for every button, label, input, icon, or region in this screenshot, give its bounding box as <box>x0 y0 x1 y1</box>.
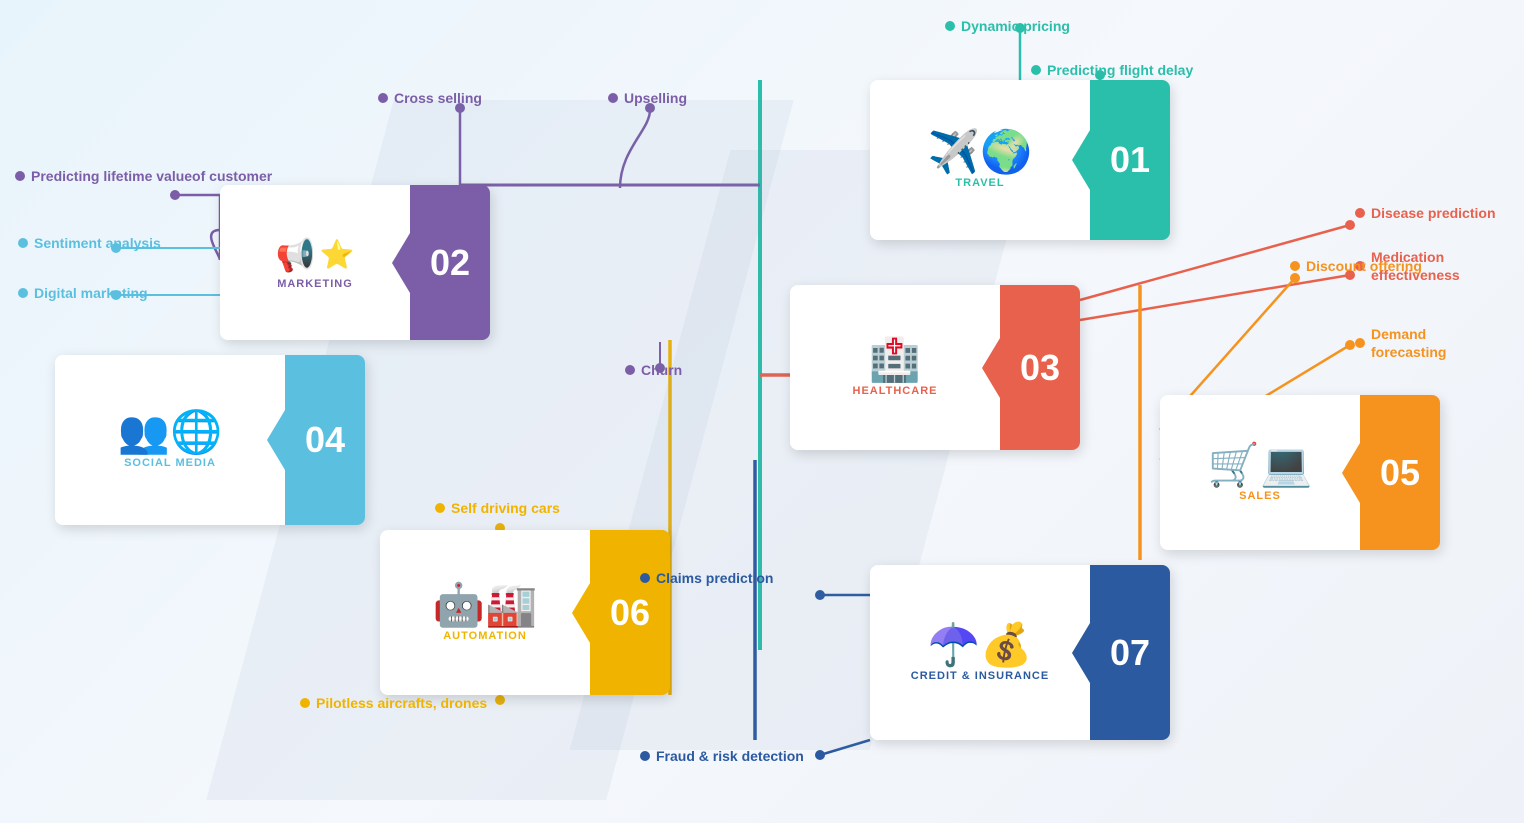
healthcare-number: 03 <box>1020 350 1060 386</box>
label-churn: Churn <box>625 362 682 378</box>
label-predicting-lifetime: Predicting lifetime valueof customer <box>15 168 272 184</box>
travel-icon: ✈️🌍 <box>928 131 1033 173</box>
sales-icon: 🛒💻 <box>1208 444 1313 486</box>
travel-title: TRAVEL <box>955 177 1004 189</box>
sales-title: SALES <box>1239 490 1281 502</box>
automation-number-area: 06 <box>590 530 670 695</box>
social-number-area: 04 <box>285 355 365 525</box>
credit-icon-area: ☂️💰 CREDIT & INSURANCE <box>870 565 1090 740</box>
marketing-title: MARKETING <box>277 278 353 290</box>
travel-icon-area: ✈️🌍 TRAVEL <box>870 80 1090 240</box>
dot-predicting-lifetime <box>15 171 25 181</box>
dot-claims <box>640 573 650 583</box>
label-pilotless: Pilotless aircrafts, drones <box>300 695 487 711</box>
automation-title: AUTOMATION <box>443 630 527 642</box>
dot-discount <box>1290 261 1300 271</box>
dot-fraud <box>640 751 650 761</box>
automation-icon-area: 🤖🏭 AUTOMATION <box>380 530 590 695</box>
label-sentiment-analysis: Sentiment analysis <box>18 235 161 251</box>
dot-self-driving <box>435 503 445 513</box>
automation-icon: 🤖🏭 <box>433 584 538 626</box>
sales-icon-area: 🛒💻 SALES <box>1160 395 1360 550</box>
dot-cross-selling <box>378 93 388 103</box>
label-demand-forecasting: Demandforecasting <box>1355 325 1446 361</box>
label-fraud-risk: Fraud & risk detection <box>640 748 804 764</box>
card-sales: 🛒💻 SALES 05 <box>1160 395 1440 550</box>
dot-digital-marketing <box>18 288 28 298</box>
label-predicting-flight: Predicting flight delay <box>1031 62 1193 78</box>
travel-number-area: 01 <box>1090 80 1170 240</box>
credit-number-area: 07 <box>1090 565 1170 740</box>
social-title: SOCIAL MEDIA <box>124 457 216 469</box>
dot-predicting-flight <box>1031 65 1041 75</box>
healthcare-icon-area: 🏥 HEALTHCARE <box>790 285 1000 450</box>
card-automation: 🤖🏭 AUTOMATION 06 <box>380 530 670 695</box>
dot-pilotless <box>300 698 310 708</box>
healthcare-icon: 🏥 <box>869 339 921 381</box>
marketing-icon-area: 📢 ⭐ MARKETING <box>220 185 410 340</box>
label-self-driving: Self driving cars <box>435 500 560 516</box>
card-credit-insurance: ☂️💰 CREDIT & INSURANCE 07 <box>870 565 1170 740</box>
label-cross-selling: Cross selling <box>378 90 482 106</box>
marketing-number: 02 <box>430 245 470 281</box>
healthcare-title: HEALTHCARE <box>853 385 938 397</box>
dot-churn <box>625 365 635 375</box>
credit-icon: ☂️💰 <box>928 624 1033 666</box>
dot-sentiment <box>18 238 28 248</box>
card-social-media: 👥🌐 SOCIAL MEDIA 04 <box>55 355 365 525</box>
social-number: 04 <box>305 422 345 458</box>
label-dynamic-pricing: Dynamic pricing <box>945 18 1070 34</box>
card-healthcare: 🏥 HEALTHCARE 03 <box>790 285 1080 450</box>
label-disease-prediction: Disease prediction <box>1355 205 1496 221</box>
dot-upselling <box>608 93 618 103</box>
credit-number: 07 <box>1110 635 1150 671</box>
card-travel: ✈️🌍 TRAVEL 01 <box>870 80 1170 240</box>
label-digital-marketing: Digital marketing <box>18 285 148 301</box>
label-discount-offering: Discount offering <box>1290 258 1422 274</box>
sales-number: 05 <box>1380 455 1420 491</box>
dot-demand <box>1355 338 1365 348</box>
label-upselling: Upselling <box>608 90 687 106</box>
sales-number-area: 05 <box>1360 395 1440 550</box>
dot-dynamic-pricing <box>945 21 955 31</box>
main-container: ✈️🌍 TRAVEL 01 📢 ⭐ MARKETING 02 🏥 HEALTHC… <box>0 0 1524 823</box>
dot-disease <box>1355 208 1365 218</box>
healthcare-number-area: 03 <box>1000 285 1080 450</box>
label-claims-prediction: Claims prediction <box>640 570 773 586</box>
social-icon-area: 👥🌐 SOCIAL MEDIA <box>55 355 285 525</box>
travel-number: 01 <box>1110 142 1150 178</box>
automation-number: 06 <box>610 595 650 631</box>
social-icon: 👥🌐 <box>118 411 223 453</box>
marketing-number-area: 02 <box>410 185 490 340</box>
card-marketing: 📢 ⭐ MARKETING 02 <box>220 185 490 340</box>
credit-title: CREDIT & INSURANCE <box>911 670 1049 682</box>
